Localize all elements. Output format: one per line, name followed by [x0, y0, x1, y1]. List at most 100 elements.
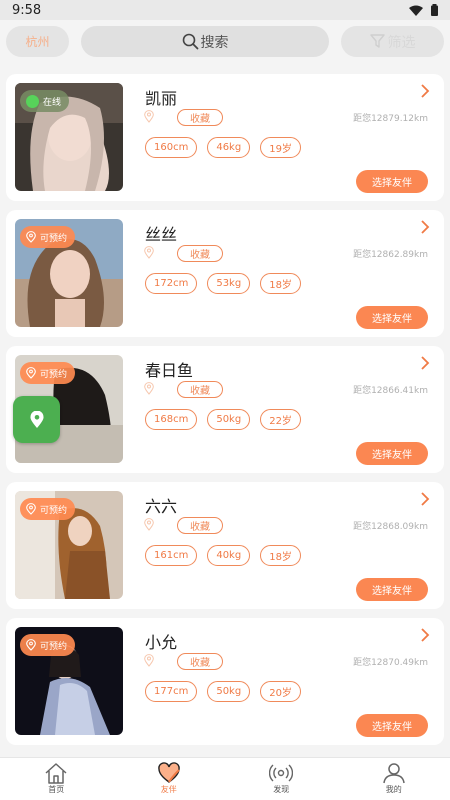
heart-icon	[158, 762, 180, 783]
companion-name: 小允	[145, 633, 178, 652]
status-icons	[409, 4, 438, 16]
location-pin-icon	[26, 367, 36, 379]
tab-companion[interactable]: 友伴	[113, 758, 226, 800]
bookable-badge: 可预约	[20, 226, 76, 248]
location-pin-icon	[29, 410, 44, 428]
tab-home[interactable]: 首页	[0, 758, 113, 800]
online-dot-icon	[26, 94, 39, 108]
tab-label: 首页	[48, 785, 65, 794]
height-tag: 160cm	[145, 137, 198, 158]
companion-name: 丝丝	[145, 225, 178, 244]
location-pin-icon	[144, 110, 154, 123]
chevron-right-icon[interactable]	[420, 356, 430, 370]
location-pin-icon	[26, 231, 36, 243]
home-icon	[45, 763, 67, 784]
wifi-icon	[409, 5, 423, 16]
chevron-right-icon[interactable]	[420, 628, 430, 642]
choose-companion-button[interactable]: 选择友伴	[356, 578, 428, 601]
weight-tag: 46kg	[207, 137, 251, 158]
search-label: 搜索	[200, 34, 229, 51]
companion-name: 春日鱼	[145, 361, 194, 380]
city-selector[interactable]: 杭州	[6, 26, 69, 57]
bookable-badge: 可预约	[20, 498, 76, 520]
tab-label: 友伴	[160, 785, 177, 794]
favorite-tag[interactable]: 收藏	[177, 381, 223, 398]
attribute-tags: 168cm 50kg 22岁	[145, 409, 301, 430]
distance-text: 距您12866.41km	[353, 386, 428, 396]
companion-photo: 可预约	[15, 219, 123, 327]
location-pin-icon	[144, 518, 154, 531]
badge-label: 在线	[43, 97, 62, 108]
choose-companion-button[interactable]: 选择友伴	[356, 442, 428, 465]
companion-photo: 可预约	[15, 627, 123, 735]
status-time: 9:58	[12, 2, 42, 18]
age-tag: 18岁	[260, 273, 301, 294]
location-pin-icon	[144, 654, 154, 667]
companion-card[interactable]: 可预约 六六 收藏 距您12868.09km 161cm 40kg 18岁 选择…	[6, 482, 444, 609]
favorite-tag[interactable]: 收藏	[177, 109, 223, 126]
location-pin-icon	[144, 382, 154, 395]
badge-label: 可预约	[40, 505, 68, 516]
distance-text: 距您12870.49km	[353, 658, 428, 668]
floating-location-button[interactable]	[13, 396, 60, 443]
height-tag: 161cm	[145, 545, 198, 566]
attribute-tags: 160cm 46kg 19岁	[145, 137, 301, 158]
choose-companion-button[interactable]: 选择友伴	[356, 170, 428, 193]
companion-card[interactable]: 可预约 春日鱼 收藏 距您12866.41km 168cm 50kg 22岁 选…	[6, 346, 444, 473]
filter-button[interactable]: 筛选	[341, 26, 444, 57]
companion-card[interactable]: 可预约 小允 收藏 距您12870.49km 177cm 50kg 20岁 选择…	[6, 618, 444, 745]
companion-photo: 在线	[15, 83, 123, 191]
filter-label: 筛选	[387, 34, 416, 51]
height-tag: 177cm	[145, 681, 198, 702]
choose-companion-button[interactable]: 选择友伴	[356, 306, 428, 329]
height-tag: 172cm	[145, 273, 198, 294]
search-icon	[182, 33, 198, 50]
tab-profile[interactable]: 我的	[338, 758, 450, 800]
companion-name: 凯丽	[145, 89, 178, 108]
weight-tag: 53kg	[207, 273, 251, 294]
location-pin-icon	[144, 246, 154, 259]
distance-text: 距您12862.89km	[353, 250, 428, 260]
weight-tag: 50kg	[207, 681, 251, 702]
attribute-tags: 161cm 40kg 18岁	[145, 545, 301, 566]
height-tag: 168cm	[145, 409, 198, 430]
chevron-right-icon[interactable]	[420, 492, 430, 506]
weight-tag: 40kg	[207, 545, 251, 566]
city-label: 杭州	[25, 35, 50, 49]
online-badge: 在线	[20, 90, 70, 112]
choose-companion-button[interactable]: 选择友伴	[356, 714, 428, 737]
top-bar: 杭州 搜索 筛选	[0, 20, 450, 64]
tab-label: 发现	[273, 785, 290, 794]
tab-discover[interactable]: 发现	[225, 758, 338, 800]
favorite-tag[interactable]: 收藏	[177, 245, 223, 262]
companion-card[interactable]: 在线 凯丽 收藏 距您12879.12km 160cm 46kg 19岁 选择友…	[6, 74, 444, 201]
filter-icon	[369, 34, 385, 48]
status-bar: 9:58	[0, 0, 450, 20]
distance-text: 距您12868.09km	[353, 522, 428, 532]
companion-card[interactable]: 可预约 丝丝 收藏 距您12862.89km 172cm 53kg 18岁 选择…	[6, 210, 444, 337]
age-tag: 22岁	[260, 409, 301, 430]
companion-photo: 可预约	[15, 491, 123, 599]
battery-icon	[431, 4, 438, 16]
companion-name: 六六	[145, 497, 178, 516]
distance-text: 距您12879.12km	[353, 114, 428, 124]
attribute-tags: 177cm 50kg 20岁	[145, 681, 301, 702]
user-icon	[383, 763, 405, 784]
location-pin-icon	[26, 639, 36, 651]
favorite-tag[interactable]: 收藏	[177, 517, 223, 534]
search-bar[interactable]: 搜索	[81, 26, 329, 57]
chevron-right-icon[interactable]	[420, 84, 430, 98]
age-tag: 20岁	[260, 681, 301, 702]
weight-tag: 50kg	[207, 409, 251, 430]
favorite-tag[interactable]: 收藏	[177, 653, 223, 670]
tab-label: 我的	[385, 785, 402, 794]
attribute-tags: 172cm 53kg 18岁	[145, 273, 301, 294]
age-tag: 18岁	[260, 545, 301, 566]
bottom-tab-bar: 首页 友伴 发现 我的	[0, 757, 450, 800]
badge-label: 可预约	[40, 369, 68, 380]
location-pin-icon	[26, 503, 36, 515]
bookable-badge: 可预约	[20, 634, 76, 656]
broadcast-icon	[269, 764, 294, 782]
badge-label: 可预约	[40, 641, 68, 652]
chevron-right-icon[interactable]	[420, 220, 430, 234]
